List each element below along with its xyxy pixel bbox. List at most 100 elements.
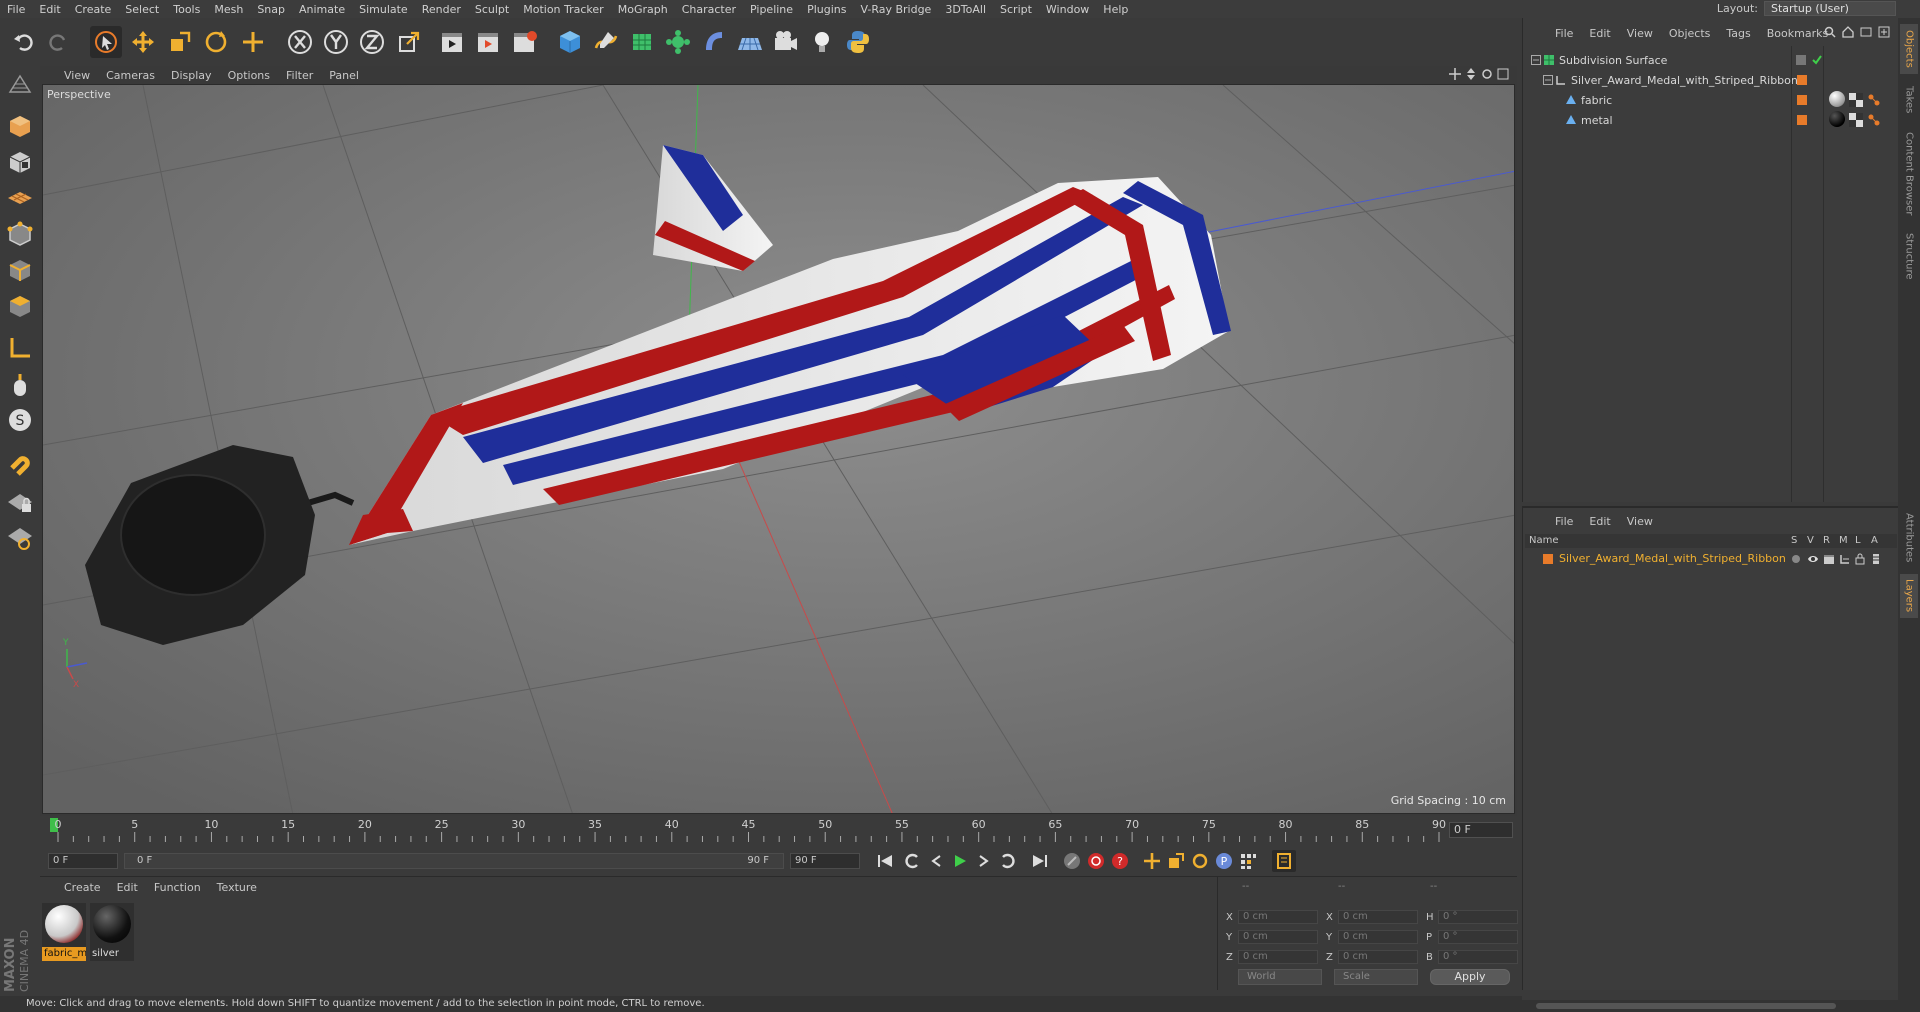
deformer-icon[interactable] (698, 26, 730, 58)
viewport-menu-display[interactable]: Display (163, 69, 220, 82)
layer-toggle-icon[interactable] (1795, 54, 1807, 66)
lock-workplane-icon[interactable] (4, 486, 36, 518)
coordinate-space-dropdown[interactable]: World (1238, 969, 1322, 985)
menu-file[interactable]: File (0, 3, 32, 16)
viewport-menu-cameras[interactable]: Cameras (98, 69, 163, 82)
material-menu-edit[interactable]: Edit (109, 881, 146, 894)
redo-icon[interactable] (42, 26, 74, 58)
polygons-mode-icon[interactable] (4, 290, 36, 322)
viewport-menu-options[interactable]: Options (220, 69, 278, 82)
make-editable-icon[interactable] (4, 70, 36, 102)
layer-color-swatch[interactable] (1797, 95, 1807, 105)
tree-row-subdivision-surface[interactable]: Subdivision Surface (1523, 50, 1899, 70)
layer-color-swatch[interactable] (1797, 75, 1807, 85)
viewport-zoom-icon[interactable] (1465, 68, 1477, 80)
visibility-eye-icon[interactable] (1807, 554, 1819, 564)
tab-takes[interactable]: Takes (1900, 80, 1918, 120)
current-frame-field[interactable]: 0 F (1449, 822, 1513, 838)
position-y-field[interactable]: 0 cm (1238, 930, 1318, 944)
scale-icon[interactable] (164, 26, 196, 58)
python-icon[interactable] (842, 26, 874, 58)
material-fabric[interactable]: fabric_m (42, 903, 86, 961)
menu-render[interactable]: Render (415, 3, 468, 16)
lock-icon[interactable] (1855, 553, 1865, 565)
menu-motion-tracker[interactable]: Motion Tracker (516, 3, 610, 16)
animation-toggle-icon[interactable] (1871, 553, 1881, 565)
rotate-icon[interactable] (200, 26, 232, 58)
end-frame-field[interactable]: 90 F (790, 853, 860, 869)
play-icon[interactable] (948, 850, 972, 872)
menu-create[interactable]: Create (68, 3, 119, 16)
next-frame-icon[interactable] (972, 850, 996, 872)
timeline-ruler[interactable]: 0 5 10 15 20 25 30 35 40 45 50 55 60 65 70 75 80 85 90 0 F (40, 816, 1517, 846)
menu-mesh[interactable]: Mesh (207, 3, 250, 16)
transform-mode-dropdown[interactable]: Scale (1334, 969, 1418, 985)
layer-name[interactable]: Silver_Award_Medal_with_Striped_Ribbon (1559, 552, 1786, 565)
material-menu-create[interactable]: Create (56, 881, 109, 894)
record-reverse-icon[interactable] (900, 850, 924, 872)
search-icon[interactable] (1824, 26, 1836, 38)
viewport-menu-view[interactable]: View (56, 69, 98, 82)
manager-toggle-icon[interactable] (1839, 553, 1851, 565)
cloner-icon[interactable] (662, 26, 694, 58)
render-view-icon[interactable] (437, 26, 469, 58)
layer-color-swatch[interactable] (1543, 554, 1553, 564)
tree-row-metal[interactable]: metal (1523, 110, 1899, 130)
move-icon[interactable] (127, 26, 159, 58)
new-window-icon[interactable] (1860, 26, 1872, 38)
viewport-rotate-icon[interactable] (1481, 68, 1493, 80)
z-axis-lock-icon[interactable] (356, 26, 388, 58)
floor-icon[interactable] (734, 26, 766, 58)
cube-icon[interactable] (554, 26, 586, 58)
key-position-icon[interactable] (1140, 850, 1164, 872)
tab-structure[interactable]: Structure (1900, 228, 1918, 284)
coordinate-system-icon[interactable] (393, 26, 425, 58)
keyframe-selection-icon[interactable] (1060, 850, 1084, 872)
texture-tag-icon[interactable] (1849, 93, 1863, 107)
tab-content-browser[interactable]: Content Browser (1900, 126, 1918, 222)
solo-toggle-icon[interactable] (1791, 554, 1801, 564)
camera-icon[interactable] (770, 26, 802, 58)
material-menu-texture[interactable]: Texture (209, 881, 265, 894)
material-tag-icon[interactable] (1829, 111, 1845, 127)
layout-select[interactable]: Startup (User) (1764, 1, 1896, 16)
menu-3dtoall[interactable]: 3DToAll (938, 3, 993, 16)
layer-menu-view[interactable]: View (1619, 515, 1661, 528)
render-picture-viewer-icon[interactable] (473, 26, 505, 58)
collapse-icon[interactable] (1531, 55, 1541, 65)
layer-row[interactable]: Silver_Award_Medal_with_Striped_Ribbon (1525, 550, 1897, 568)
menu-sculpt[interactable]: Sculpt (468, 3, 516, 16)
y-axis-lock-icon[interactable] (320, 26, 352, 58)
timeline-window-icon[interactable] (1272, 850, 1296, 872)
menu-animate[interactable]: Animate (292, 3, 352, 16)
enabled-check-icon[interactable] (1811, 54, 1823, 66)
menu-edit[interactable]: Edit (32, 3, 67, 16)
points-mode-icon[interactable] (4, 218, 36, 250)
render-settings-icon[interactable] (509, 26, 541, 58)
key-pla-icon[interactable] (1236, 850, 1260, 872)
light-icon[interactable] (806, 26, 838, 58)
position-x-field[interactable]: 0 cm (1238, 910, 1318, 924)
autokey-icon[interactable]: ? (1108, 850, 1132, 872)
menu-mograph[interactable]: MoGraph (611, 3, 675, 16)
tree-row-medal[interactable]: Silver_Award_Medal_with_Striped_Ribbon (1523, 70, 1899, 90)
menu-vray-bridge[interactable]: V-Ray Bridge (853, 3, 938, 16)
scrollbar-thumb[interactable] (1536, 1003, 1836, 1009)
rotation-h-field[interactable]: 0 ° (1438, 910, 1518, 924)
expand-icon[interactable] (1878, 26, 1890, 38)
rotation-p-field[interactable]: 0 ° (1438, 930, 1518, 944)
menu-select[interactable]: Select (118, 3, 166, 16)
tab-attributes[interactable]: Attributes (1900, 508, 1918, 568)
workplane-icon[interactable] (4, 182, 36, 214)
uvw-tag-icon[interactable] (1867, 113, 1881, 127)
frame-range-slider[interactable]: 0 F 90 F (124, 853, 784, 869)
material-tag-icon[interactable] (1829, 91, 1845, 107)
snap-icon[interactable]: S (4, 404, 36, 436)
transform-icon[interactable] (237, 26, 269, 58)
object-menu-objects[interactable]: Objects (1661, 27, 1719, 40)
viewport-menu-filter[interactable]: Filter (278, 69, 321, 82)
previous-frame-icon[interactable] (924, 850, 948, 872)
apply-button[interactable]: Apply (1430, 969, 1510, 985)
size-x-field[interactable]: 0 cm (1338, 910, 1418, 924)
viewport-maximize-icon[interactable] (1497, 68, 1509, 80)
